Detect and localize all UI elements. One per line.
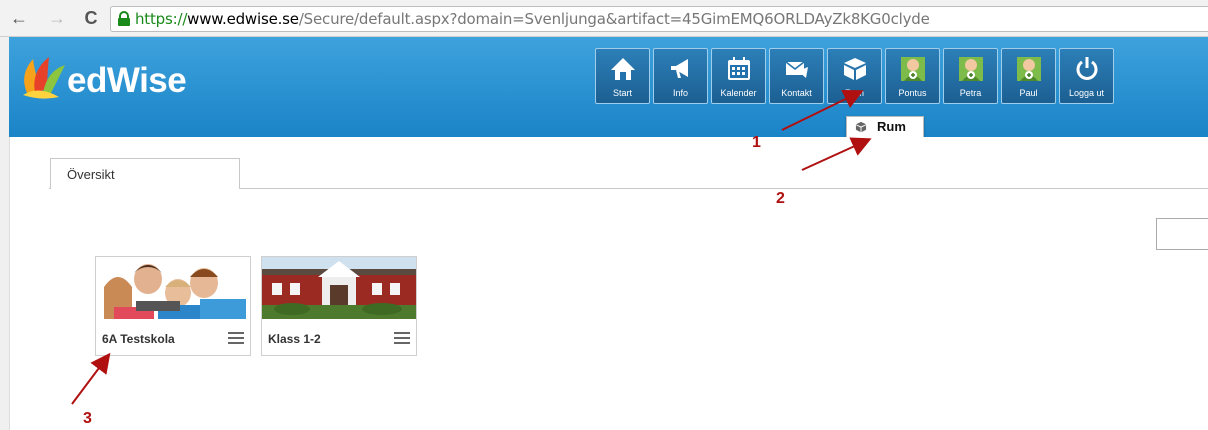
toolbar-petra-button[interactable]: Petra [943,48,998,104]
padlock-icon [118,11,130,26]
toolbar-start-button[interactable]: Start [595,48,650,104]
toolbar-pontus-button[interactable]: Pontus [885,48,940,104]
address-bar[interactable]: https://www.edwise.se/Secure/default.asp… [110,6,1208,32]
add-user-icon [1017,57,1041,81]
room-title: Klass 1-2 [268,332,321,346]
cube-icon [844,58,866,80]
megaphone-icon [671,59,688,78]
search-input[interactable] [1156,218,1208,250]
toolbar-rum-button[interactable]: Rum [827,48,882,104]
room-card-klass-1-2[interactable]: Klass 1-2 [261,256,417,356]
tab-oversikt[interactable]: Översikt [50,158,240,189]
reload-icon[interactable]: C [80,7,102,29]
home-icon [611,58,635,80]
forward-arrow-icon[interactable]: → [46,7,68,29]
cube-icon [855,121,867,133]
toolbar-kontakt-button[interactable]: Kontakt [769,48,824,104]
annotation-label-2: 2 [776,190,785,207]
room-card-6a-testskola[interactable]: 6A Testskola [95,256,251,356]
toolbar-info-button[interactable]: Info [653,48,708,104]
calendar-icon [728,57,750,80]
tooltip-label: Rum [877,119,906,134]
logo-text: edWise [67,61,187,100]
tab-label: Översikt [67,167,115,182]
toolbar-logout-button[interactable]: Logga ut [1059,48,1114,104]
add-user-icon [901,57,925,81]
power-icon [1076,57,1098,80]
edwise-logo[interactable]: edWise [17,53,217,103]
room-image-school-building [262,257,416,319]
toolbar-paul-button[interactable]: Paul [1001,48,1056,104]
url-text: https://www.edwise.se/Secure/default.asp… [135,10,930,28]
rum-tooltip: Rum [846,116,924,138]
logo-leaves-icon [23,57,65,99]
browser-toolbar: ← → C https://www.edwise.se/Secure/defau… [0,0,1208,37]
room-title: 6A Testskola [102,332,175,346]
room-image-children [96,257,250,319]
envelope-icon [785,61,808,78]
toolbar-kalender-button[interactable]: Kalender [711,48,766,104]
back-arrow-icon[interactable]: ← [8,7,30,29]
annotation-label-3: 3 [83,410,92,427]
hamburger-menu-icon[interactable] [228,332,244,344]
app-header: edWise Start Info Kalender Kontakt Rum P… [9,37,1208,137]
hamburger-menu-icon[interactable] [394,332,410,344]
annotation-label-1: 1 [752,134,761,151]
add-user-icon [959,57,983,81]
